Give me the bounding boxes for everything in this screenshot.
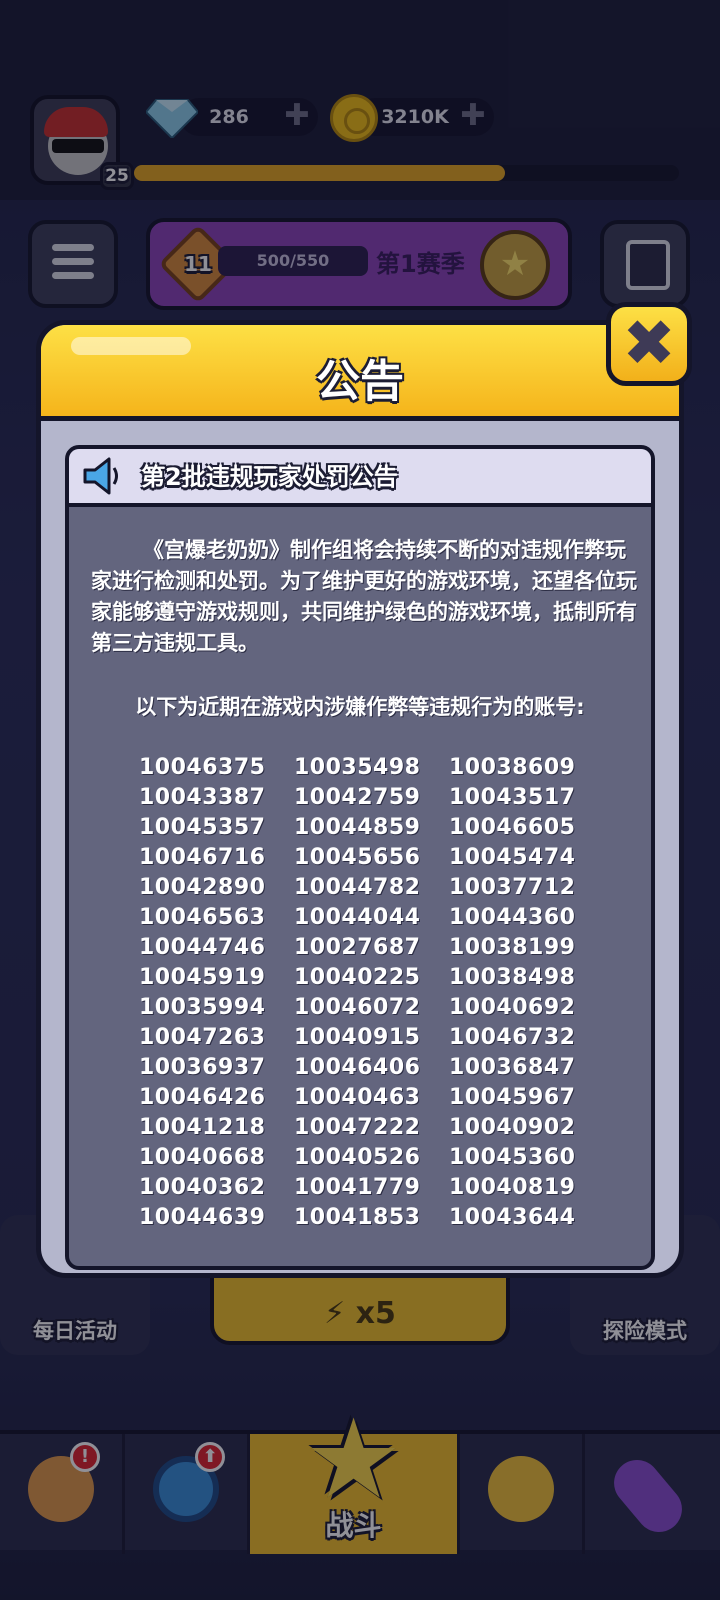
- account-id: 10046732: [449, 1025, 576, 1050]
- account-id: 10040668: [139, 1145, 266, 1170]
- account-id: 10046716: [139, 845, 266, 870]
- account-id: 10040362: [139, 1175, 266, 1200]
- account-id: 10040915: [294, 1025, 421, 1050]
- account-id: 10036847: [449, 1055, 576, 1080]
- account-id: 10038199: [449, 935, 576, 960]
- account-id: 10040692: [449, 995, 576, 1020]
- account-id: 10035498: [294, 755, 421, 780]
- account-id: 10045474: [449, 845, 576, 870]
- account-id: 10045919: [139, 965, 266, 990]
- account-id: 10044859: [294, 815, 421, 840]
- account-id: 10027687: [294, 935, 421, 960]
- account-id: 10046426: [139, 1085, 266, 1110]
- account-id: 10042890: [139, 875, 266, 900]
- notice-title: 第2批违规玩家处罚公告: [141, 463, 398, 491]
- account-id: 10046406: [294, 1055, 421, 1080]
- account-id: 10041853: [294, 1205, 421, 1230]
- account-id: 10042759: [294, 785, 421, 810]
- account-id: 10046563: [139, 905, 266, 930]
- close-icon: ✖: [622, 307, 676, 381]
- account-id: 10045360: [449, 1145, 576, 1170]
- account-id: 10036937: [139, 1055, 266, 1080]
- account-id: 10040526: [294, 1145, 421, 1170]
- account-id: 10044044: [294, 905, 421, 930]
- modal-header: 公告: [41, 325, 679, 421]
- account-id: 10045967: [449, 1085, 576, 1110]
- account-id: 10044782: [294, 875, 421, 900]
- account-id: 10043387: [139, 785, 266, 810]
- account-id: 10040463: [294, 1085, 421, 1110]
- announcement-content[interactable]: 第2批违规玩家处罚公告 《宫爆老奶奶》制作组将会持续不断的对违规作弊玩家进行检测…: [65, 445, 655, 1270]
- account-list-intro: 以下为近期在游戏内涉嫌作弊等违规行为的账号:: [135, 695, 585, 719]
- account-id: 10045656: [294, 845, 421, 870]
- account-id: 10040225: [294, 965, 421, 990]
- account-id: 10044746: [139, 935, 266, 960]
- speaker-icon: [83, 457, 118, 495]
- account-id: 10040902: [449, 1115, 576, 1140]
- modal-title: 公告: [316, 356, 404, 407]
- account-id: 10037712: [449, 875, 576, 900]
- notice-header: 第2批违规玩家处罚公告: [69, 449, 651, 507]
- account-id: 10047263: [139, 1025, 266, 1050]
- account-id: 10047222: [294, 1115, 421, 1140]
- account-id: 10040819: [449, 1175, 576, 1200]
- account-id: 10044360: [449, 905, 576, 930]
- account-id: 10041218: [139, 1115, 266, 1140]
- account-id: 10044639: [139, 1205, 266, 1230]
- account-id: 10041779: [294, 1175, 421, 1200]
- account-id: 10038498: [449, 965, 576, 990]
- banned-account-list: 10046375 10035498 10038609 10043387 10042759…: [139, 753, 619, 1233]
- account-id: 10046375: [139, 755, 266, 780]
- account-id: 10043644: [449, 1205, 576, 1230]
- account-id: 10045357: [139, 815, 266, 840]
- notice-paragraph: 《宫爆老奶奶》制作组将会持续不断的对违规作弊玩家进行检测和处罚。为了维护更好的游…: [91, 538, 637, 655]
- close-button[interactable]: ✖: [606, 302, 692, 386]
- account-id: 10043517: [449, 785, 576, 810]
- account-id: 10046605: [449, 815, 576, 840]
- account-id: 10035994: [139, 995, 266, 1020]
- announcement-modal: 公告 第2批违规玩家处罚公告 《宫爆老奶奶》制作组将会持续不断的对违规作弊玩家进…: [36, 320, 684, 1278]
- account-id: 10038609: [449, 755, 576, 780]
- account-id: 10046072: [294, 995, 421, 1020]
